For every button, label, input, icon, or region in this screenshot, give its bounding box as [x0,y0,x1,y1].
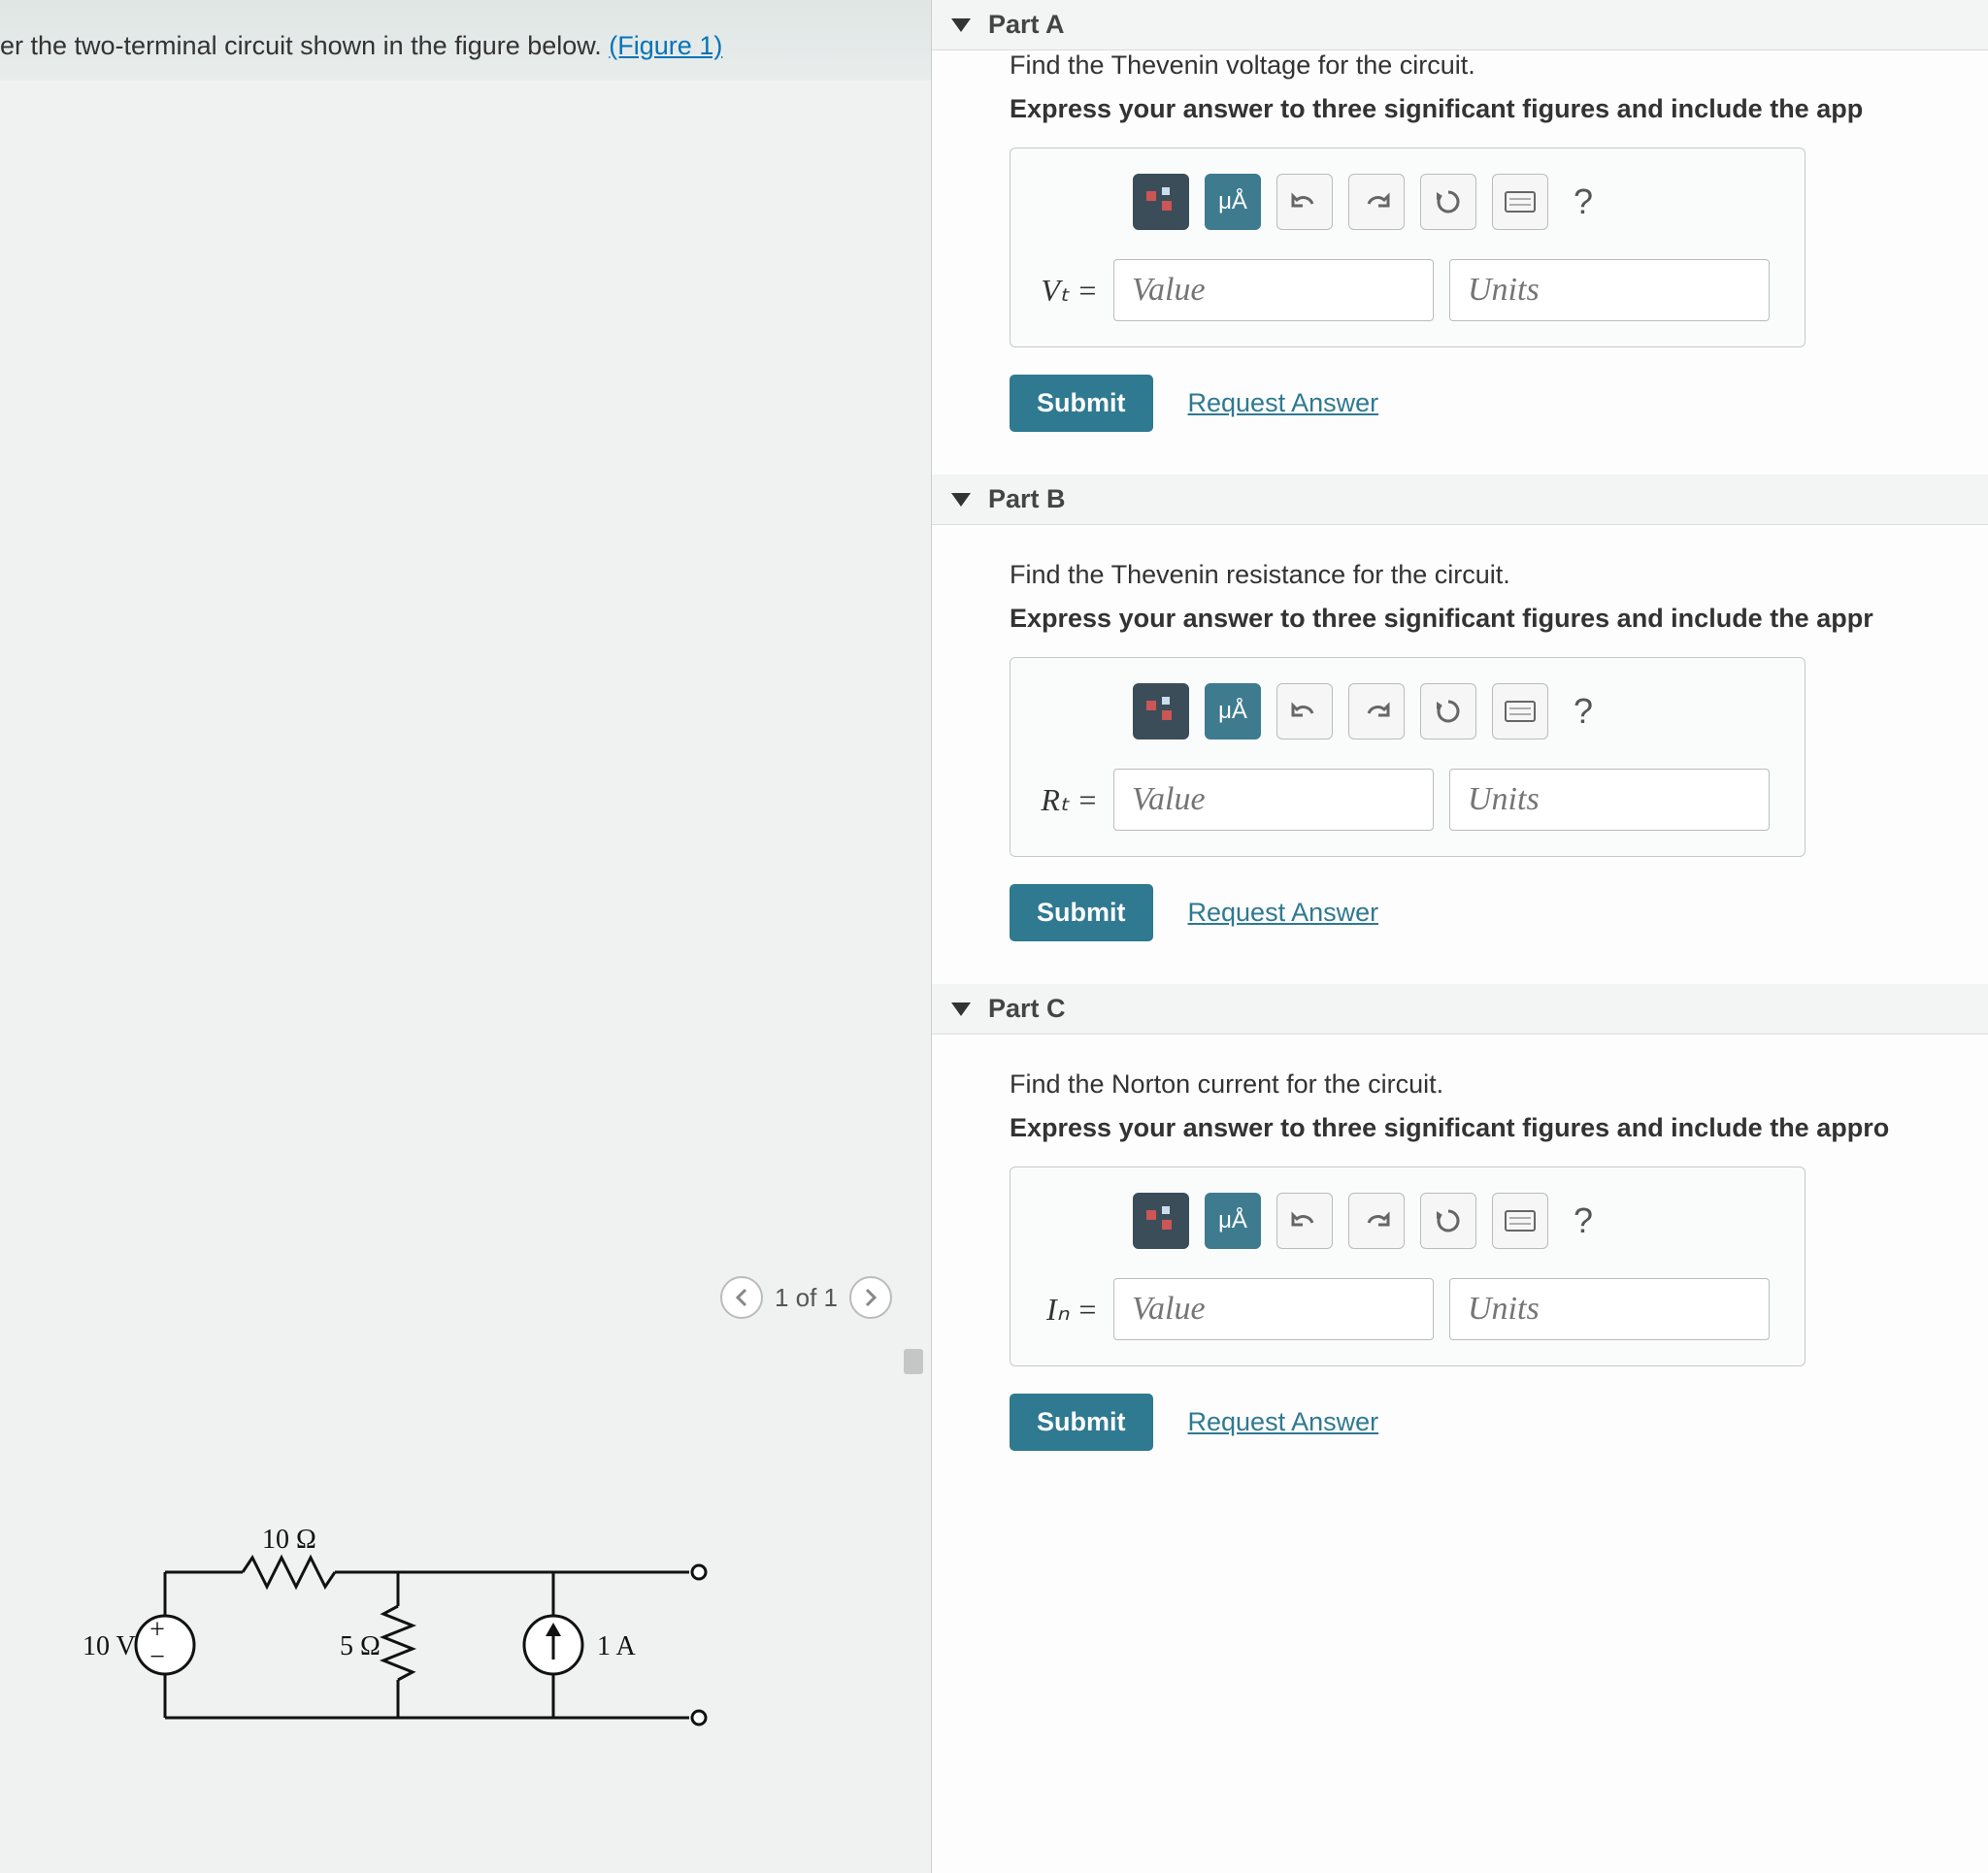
part-b-answer-box: μÅ ? Rₜ = [1010,657,1806,857]
part-c-request-answer-link[interactable]: Request Answer [1188,1407,1379,1437]
help-button[interactable]: ? [1574,181,1593,222]
collapse-icon [951,493,971,507]
part-c-variable: Iₙ = [1036,1291,1098,1328]
redo-button[interactable] [1348,683,1405,739]
part-a-hint: Express your answer to three significant… [1010,94,1949,124]
part-c-submit-button[interactable]: Submit [1010,1394,1153,1451]
figure-counter: 1 of 1 [775,1283,838,1313]
problem-intro: er the two-terminal circuit shown in the… [0,31,609,60]
next-figure-button[interactable] [849,1276,892,1319]
part-b-header[interactable]: Part B [932,475,1988,525]
part-a-variable: Vₜ = [1036,272,1098,309]
part-c-title: Part C [988,994,1066,1024]
templates-button[interactable] [1133,1193,1189,1249]
part-c-prompt: Find the Norton current for the circuit. [1010,1069,1949,1100]
voltage-source-label: 10 V [83,1631,136,1661]
part-b-value-input[interactable] [1113,769,1434,831]
undo-button[interactable] [1276,174,1333,230]
templates-button[interactable] [1133,174,1189,230]
figure-link[interactable]: (Figure 1) [609,31,722,60]
reset-button[interactable] [1420,174,1476,230]
part-a-request-answer-link[interactable]: Request Answer [1188,388,1379,418]
svg-text:−: − [149,1642,165,1672]
problem-statement: er the two-terminal circuit shown in the… [0,0,931,81]
part-c-body: Find the Norton current for the circuit.… [932,1035,1988,1494]
r2-label: 5 Ω [340,1631,381,1661]
answer-panel: Part A Find the Thevenin voltage for the… [932,0,1988,1873]
undo-button[interactable] [1276,683,1333,739]
part-a-submit-button[interactable]: Submit [1010,375,1153,432]
part-a-prompt: Find the Thevenin voltage for the circui… [1010,50,1949,81]
part-a-units-input[interactable] [1449,259,1770,321]
part-b-body: Find the Thevenin resistance for the cir… [932,525,1988,984]
part-a-header[interactable]: Part A [932,0,1988,50]
figure-panel: er the two-terminal circuit shown in the… [0,0,932,1873]
part-a-title: Part A [988,10,1065,40]
part-b-hint: Express your answer to three significant… [1010,604,1949,634]
reset-button[interactable] [1420,1193,1476,1249]
part-c-answer-box: μÅ ? Iₙ = [1010,1167,1806,1366]
scrollbar-thumb[interactable] [904,1349,923,1374]
part-a-answer-box: μÅ ? Vₜ = [1010,148,1806,347]
undo-button[interactable] [1276,1193,1333,1249]
help-button[interactable]: ? [1574,1200,1593,1241]
r1-label: 10 Ω [262,1525,316,1555]
redo-button[interactable] [1348,1193,1405,1249]
part-c-hint: Express your answer to three significant… [1010,1113,1949,1143]
keyboard-button[interactable] [1492,683,1548,739]
redo-button[interactable] [1348,174,1405,230]
part-a-body: Find the Thevenin voltage for the circui… [932,50,1988,475]
part-b-units-input[interactable] [1449,769,1770,831]
part-b-title: Part B [988,484,1066,514]
part-c-toolbar: μÅ ? [1133,1193,1779,1249]
part-c-header[interactable]: Part C [932,984,1988,1035]
keyboard-button[interactable] [1492,1193,1548,1249]
figure-navigation: 1 of 1 [720,1276,892,1319]
keyboard-button[interactable] [1492,174,1548,230]
help-button[interactable]: ? [1574,691,1593,732]
part-a-toolbar: μÅ ? [1133,174,1779,230]
current-source-label: 1 A [597,1631,636,1661]
part-b-submit-button[interactable]: Submit [1010,884,1153,941]
special-chars-button[interactable]: μÅ [1205,683,1261,739]
circuit-diagram: + − 10 V 10 Ω 5 Ω 1 A [68,1514,747,1766]
collapse-icon [951,1002,971,1016]
svg-text:+: + [149,1615,165,1645]
collapse-icon [951,18,971,32]
part-b-request-answer-link[interactable]: Request Answer [1188,898,1379,928]
part-c-units-input[interactable] [1449,1278,1770,1340]
part-b-variable: Rₜ = [1036,781,1098,818]
part-b-toolbar: μÅ ? [1133,683,1779,739]
part-b-prompt: Find the Thevenin resistance for the cir… [1010,560,1949,590]
prev-figure-button[interactable] [720,1276,763,1319]
templates-button[interactable] [1133,683,1189,739]
special-chars-button[interactable]: μÅ [1205,1193,1261,1249]
part-a-value-input[interactable] [1113,259,1434,321]
special-chars-button[interactable]: μÅ [1205,174,1261,230]
reset-button[interactable] [1420,683,1476,739]
part-c-value-input[interactable] [1113,1278,1434,1340]
